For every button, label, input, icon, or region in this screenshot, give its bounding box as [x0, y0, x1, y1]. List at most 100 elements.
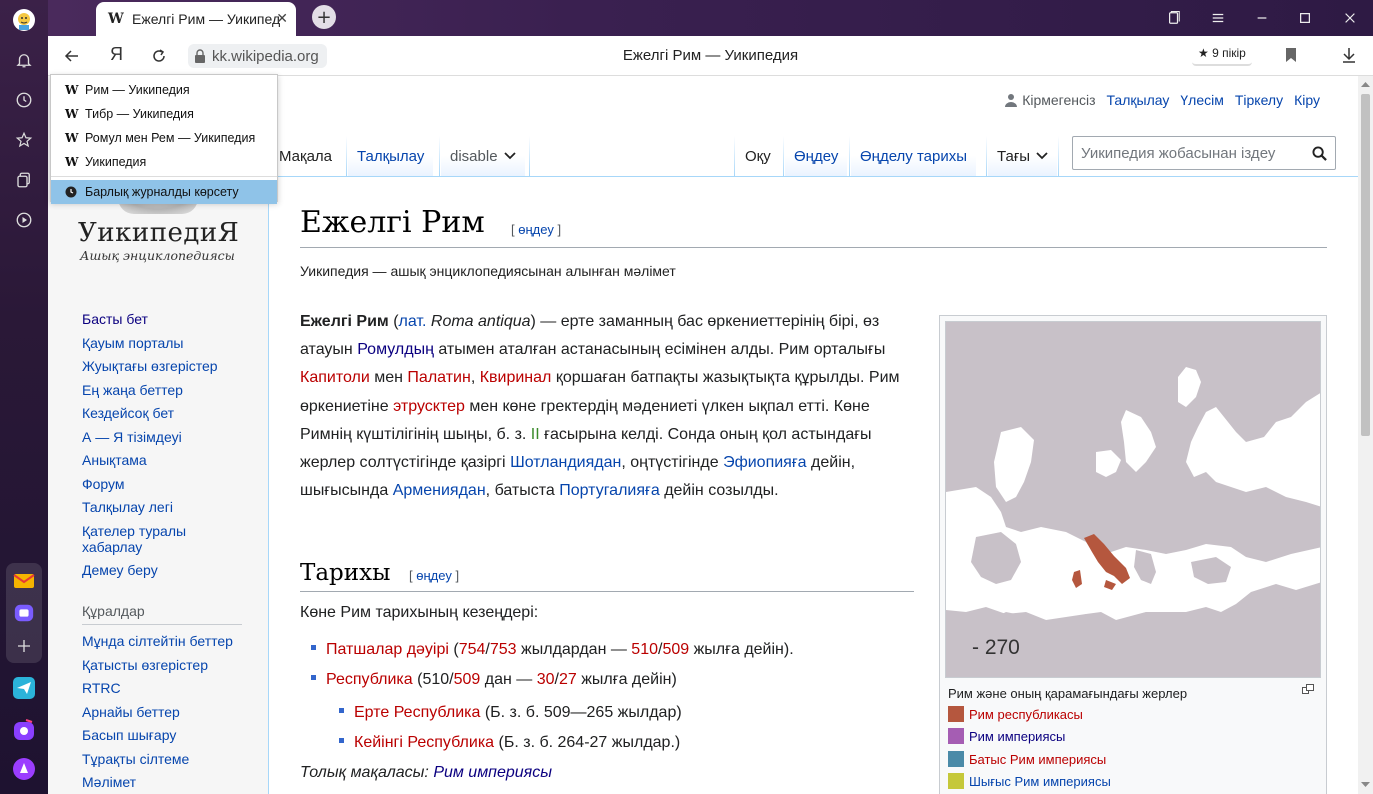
play-icon[interactable]	[12, 208, 36, 232]
tab-variant-dropdown[interactable]: disable	[441, 136, 525, 176]
link-year[interactable]: 509	[454, 671, 481, 688]
page-scrollbar[interactable]	[1358, 76, 1373, 794]
link-etruscans[interactable]: этрусктер	[393, 398, 465, 415]
alice-app-icon[interactable]	[12, 718, 36, 742]
link-year[interactable]: 754	[459, 641, 486, 658]
link-romulus[interactable]: Ромулдың	[357, 341, 434, 358]
legend-label[interactable]: Шығыс Рим империясы	[969, 774, 1111, 789]
link-quirinal[interactable]: Квиринал	[480, 369, 552, 386]
mail-icon[interactable]	[12, 569, 36, 593]
sidebar-item-permalink[interactable]: Тұрақты сілтеме	[82, 751, 262, 767]
tab-read[interactable]: Оқу	[736, 136, 780, 176]
wiki-logo[interactable]: УикипедиЯ Ашық энциклопедиясы	[78, 218, 248, 263]
login-link[interactable]: Кіру	[1294, 92, 1320, 108]
browser-tab-active[interactable]: W Ежелгі Рим — Уикипедия ✕	[96, 2, 296, 36]
scroll-down-icon[interactable]	[1361, 780, 1370, 789]
profile-avatar[interactable]	[12, 8, 36, 32]
create-account-link[interactable]: Тіркелу	[1235, 92, 1283, 108]
tab-talk[interactable]: Талқылау	[348, 136, 434, 176]
link-year[interactable]: 509	[662, 641, 689, 658]
tab-edit[interactable]: Өңдеу	[785, 136, 848, 176]
star-icon[interactable]	[12, 128, 36, 152]
link-kingdom[interactable]: Патшалар дәуірі	[326, 641, 449, 658]
sidebar-item-forum[interactable]: Форум	[82, 476, 262, 492]
edit-link[interactable]: өңдеу	[518, 222, 554, 237]
link-year[interactable]: 510	[631, 641, 658, 658]
add-icon[interactable]	[12, 634, 36, 658]
alice-icon[interactable]	[12, 757, 36, 781]
tab-close-icon[interactable]: ✕	[276, 11, 288, 27]
edit-link[interactable]: өңдеу	[416, 568, 452, 583]
sidebar-item-help[interactable]: Анықтама	[82, 452, 262, 468]
link-portugal[interactable]: Португалияға	[559, 482, 660, 499]
send-icon[interactable]	[12, 676, 36, 700]
scroll-thumb[interactable]	[1361, 94, 1370, 436]
reviews-button[interactable]: ★ 9 пікір	[1192, 42, 1252, 66]
sidebar-item-main-page[interactable]: Басты бет	[82, 311, 262, 327]
new-tab-button[interactable]: +	[312, 5, 336, 29]
link-ethiopia[interactable]: Эфиопияға	[723, 454, 807, 471]
history-item[interactable]: W Тибр — Уикипедия	[51, 102, 277, 126]
link-year[interactable]: 30	[537, 671, 555, 688]
tab-more-dropdown[interactable]: Тағы	[988, 136, 1058, 176]
history-item[interactable]: W Ромул мен Рем — Уикипедия	[51, 126, 277, 150]
messenger-icon[interactable]	[12, 601, 36, 625]
link-armenia[interactable]: Армениядан	[393, 482, 486, 499]
tab-history[interactable]: Өңделу тарихы	[851, 136, 977, 176]
enlarge-icon[interactable]	[1302, 684, 1314, 694]
sidebar-item-index[interactable]: А — Я тізімдеуі	[82, 429, 262, 445]
history-icon[interactable]	[12, 88, 36, 112]
sidebar-item-what-links-here[interactable]: Мұнда сілтейтін беттер	[82, 633, 262, 649]
link-roman-empire[interactable]: Рим империясы	[433, 764, 552, 781]
sidebar-item-donate[interactable]: Демеу беру	[82, 562, 262, 578]
link-century[interactable]: II	[531, 426, 540, 443]
bell-icon[interactable]	[12, 48, 36, 72]
link-palatine[interactable]: Палатин	[407, 369, 470, 386]
personal-contributions-link[interactable]: Үлесім	[1180, 92, 1223, 108]
close-window-icon[interactable]	[1340, 8, 1360, 28]
link-latin[interactable]: лат.	[399, 313, 427, 330]
url-field[interactable]: kk.wikipedia.org	[188, 44, 327, 68]
tab-article[interactable]: Мақала	[270, 136, 342, 176]
back-arrow-icon[interactable]	[62, 46, 82, 66]
link-early-republic[interactable]: Ерте Республика	[354, 704, 480, 721]
sidebar-item-print[interactable]: Басып шығару	[82, 727, 262, 743]
scroll-up-icon[interactable]	[1361, 80, 1370, 89]
roman-territory-map[interactable]: - 270	[945, 321, 1321, 678]
history-item[interactable]: W Уикипедия	[51, 150, 277, 174]
sidebar-item-special-pages[interactable]: Арнайы беттер	[82, 704, 262, 720]
yandex-button[interactable]: Я	[110, 44, 123, 65]
show-all-history-button[interactable]: Барлық журналды көрсету	[51, 180, 277, 204]
wikipedia-favicon-icon: W	[65, 107, 79, 121]
legend-label[interactable]: Рим империясы	[969, 729, 1065, 744]
sidebar-item-info[interactable]: Мәлімет	[82, 774, 262, 790]
link-year[interactable]: 753	[490, 641, 517, 658]
sidebar-item-report-errors[interactable]: Қателер туралы хабарлау	[82, 523, 212, 555]
search-icon[interactable]	[1312, 146, 1327, 161]
sidebar-item-discussion[interactable]: Талқылау легі	[82, 499, 262, 515]
link-late-republic[interactable]: Кейінгі Республика	[354, 734, 494, 751]
maximize-icon[interactable]	[1295, 8, 1315, 28]
collections-icon[interactable]	[12, 168, 36, 192]
link-scotland[interactable]: Шотландиядан	[510, 454, 621, 471]
search-input[interactable]: Уикипедия жобасынан іздеу	[1072, 136, 1336, 170]
history-item[interactable]: W Рим — Уикипедия	[51, 78, 277, 102]
tab-manager-icon[interactable]	[1164, 8, 1184, 28]
sidebar-item-new-pages[interactable]: Ең жаңа беттер	[82, 382, 262, 398]
sidebar-item-recent-changes[interactable]: Жуықтағы өзгерістер	[82, 358, 262, 374]
legend-label[interactable]: Батыс Рим империясы	[969, 752, 1106, 767]
sidebar-item-community[interactable]: Қауым порталы	[82, 335, 262, 351]
link-year[interactable]: 27	[559, 671, 577, 688]
minimize-icon[interactable]	[1252, 8, 1272, 28]
link-capitoline[interactable]: Капитоли	[300, 369, 370, 386]
legend-label[interactable]: Рим республикасы	[969, 707, 1083, 722]
reload-icon[interactable]	[149, 46, 169, 66]
sidebar-item-related-changes[interactable]: Қатысты өзгерістер	[82, 657, 262, 673]
sidebar-item-random[interactable]: Кездейсоқ бет	[82, 405, 262, 421]
personal-talk-link[interactable]: Талқылау	[1107, 92, 1170, 108]
link-republic[interactable]: Республика	[326, 671, 413, 688]
bookmark-icon[interactable]	[1284, 47, 1298, 63]
sidebar-item-rtrc[interactable]: RTRC	[82, 680, 262, 696]
download-icon[interactable]	[1340, 46, 1358, 64]
menu-icon[interactable]	[1208, 8, 1228, 28]
